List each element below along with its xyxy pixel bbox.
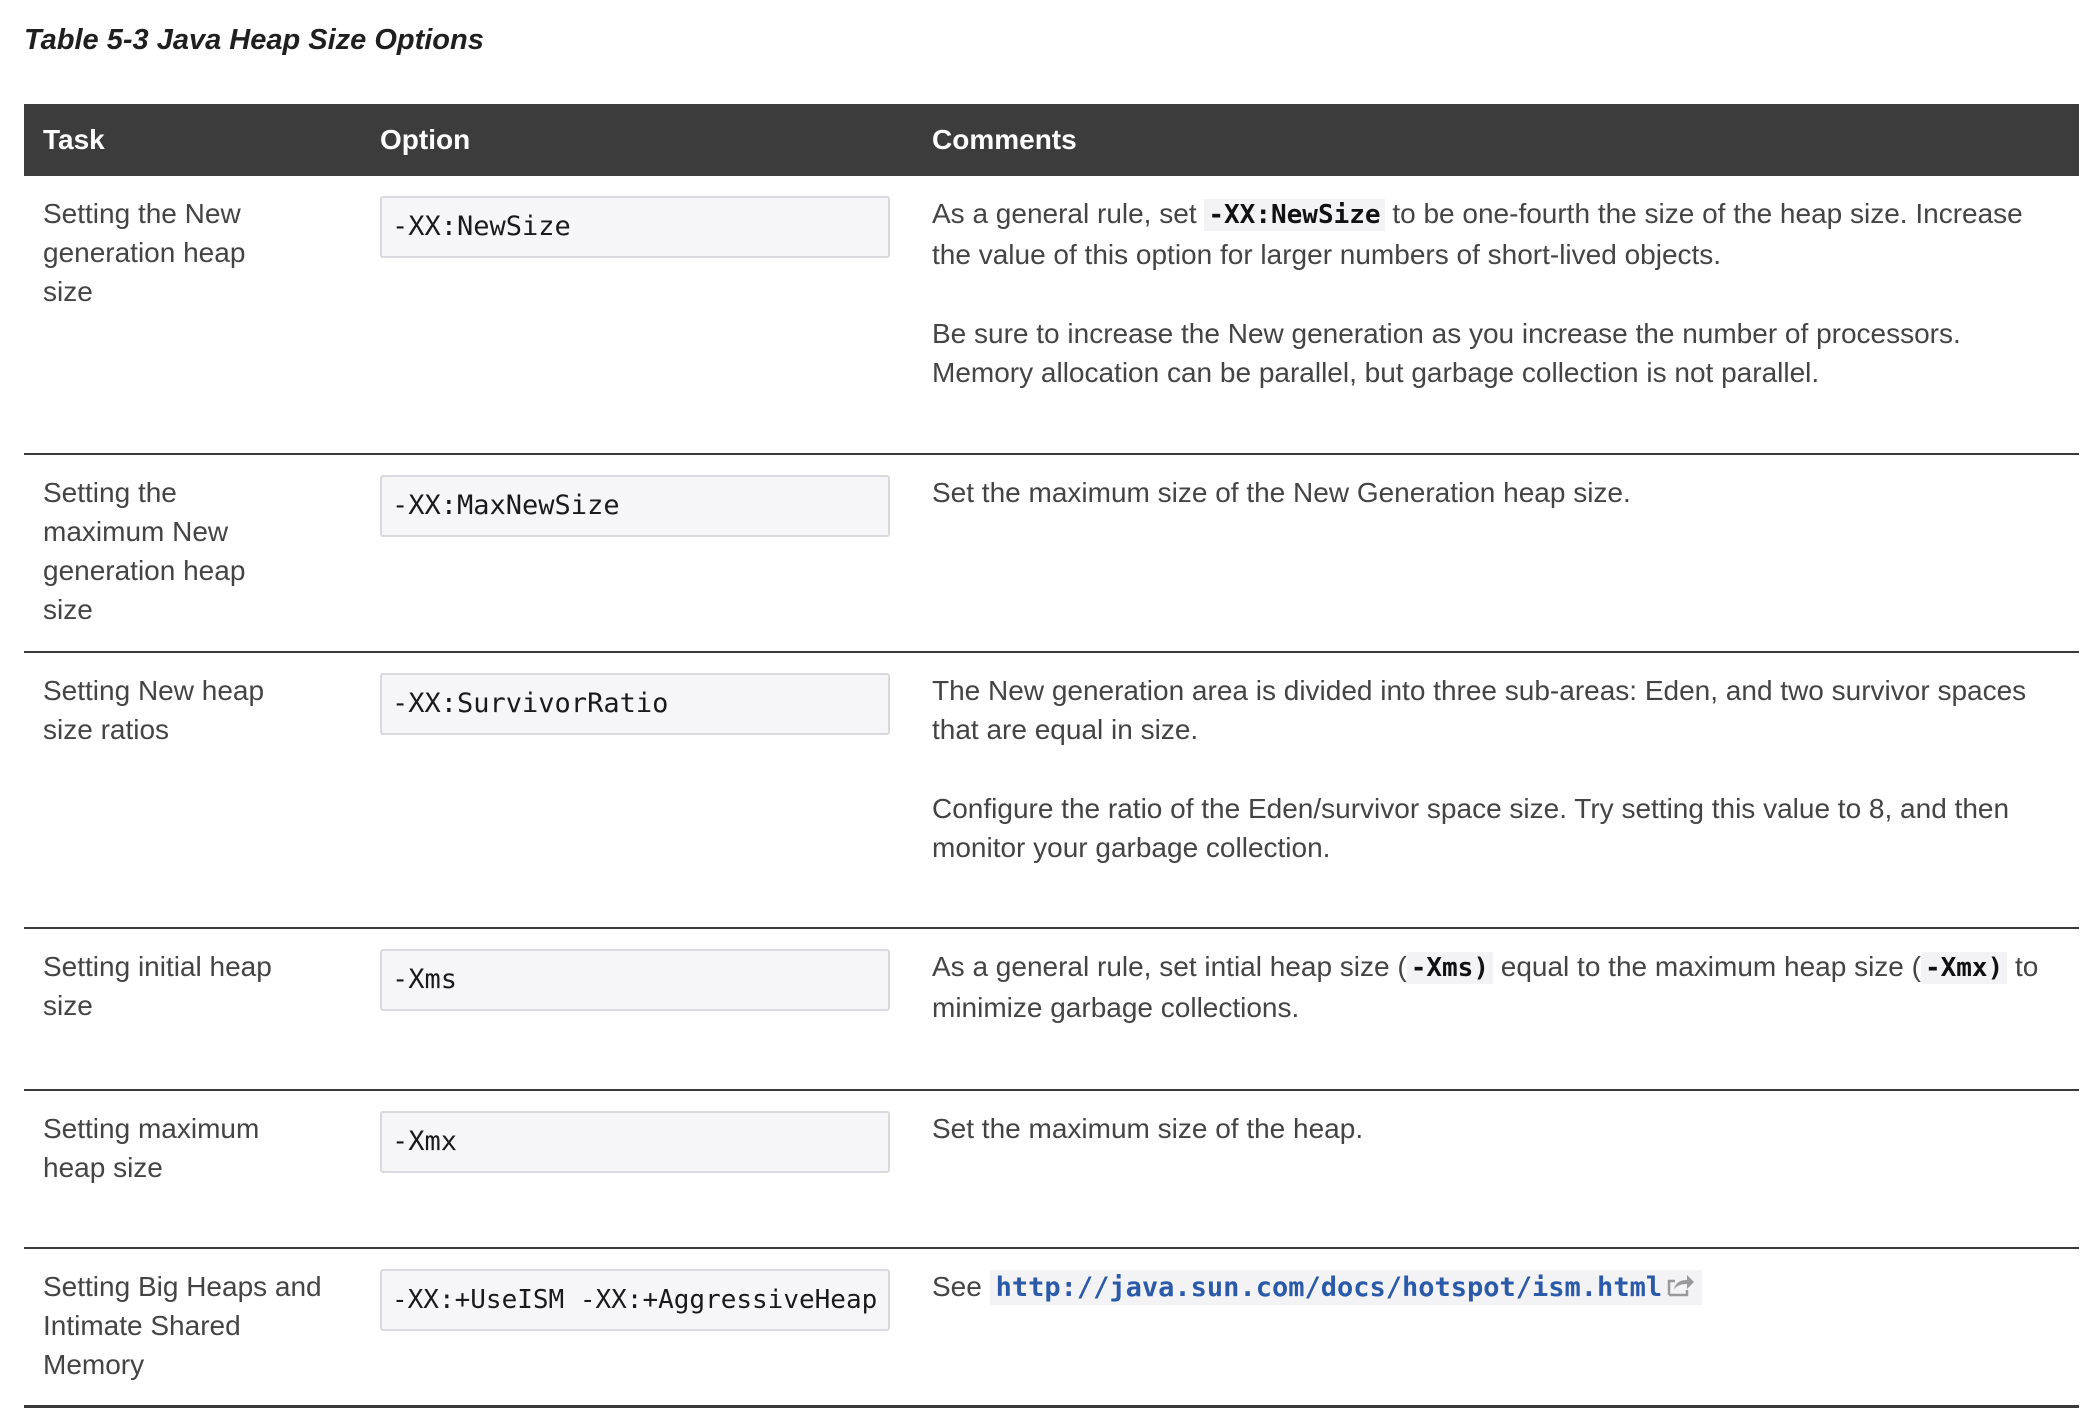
task-text: Setting Big Heaps and Intimate Shared Me… — [43, 1271, 322, 1380]
column-header-comments: Comments — [913, 104, 2079, 176]
option-code: -Xmx — [380, 1111, 890, 1173]
option-code: -XX:NewSize — [380, 196, 890, 258]
comment-paragraph: Set the maximum size of the heap. — [932, 1113, 1364, 1144]
comments-cell: See http://java.sun.com/docs/hotspot/ism… — [913, 1248, 2079, 1408]
option-code: -XX:+UseISM -XX:+AggressiveHeap — [380, 1269, 890, 1331]
comment-paragraph: The New generation area is divided into … — [932, 675, 2027, 745]
table-row: Setting New heap size ratios -XX:Survivo… — [24, 652, 2079, 929]
task-cell: Setting maximum heap size — [24, 1090, 361, 1249]
task-cell: Setting New heap size ratios — [24, 652, 361, 929]
comment-paragraph: As a general rule, set intial heap size … — [932, 947, 2055, 1027]
table-row: Setting the maximum New generation heap … — [24, 454, 2079, 653]
comments-cell: Set the maximum size of the heap. — [913, 1090, 2079, 1249]
table-row: Setting initial heap size -Xms As a gene… — [24, 928, 2079, 1091]
inline-code: -Xms) — [1406, 952, 1493, 984]
comment-paragraph: See http://java.sun.com/docs/hotspot/ism… — [932, 1267, 2055, 1308]
option-cell: -XX:SurvivorRatio — [361, 652, 913, 929]
task-text: Setting the New generation heap size — [43, 198, 246, 307]
comment-text: See — [932, 1271, 990, 1302]
task-cell: Setting the maximum New generation heap … — [24, 454, 361, 653]
comments-cell: As a general rule, set -XX:NewSize to be… — [913, 176, 2079, 455]
table-row: Setting the New generation heap size -XX… — [24, 176, 2079, 455]
comment-text: As a general rule, set intial heap size … — [932, 951, 1407, 982]
task-text: Setting maximum heap size — [43, 1113, 260, 1183]
ism-doc-link[interactable]: http://java.sun.com/docs/hotspot/ism.htm… — [989, 1269, 1703, 1308]
option-cell: -Xms — [361, 928, 913, 1091]
table-caption: Table 5-3 Java Heap Size Options — [24, 24, 484, 56]
comments-cell: The New generation area is divided into … — [913, 652, 2079, 929]
table-row: Setting Big Heaps and Intimate Shared Me… — [24, 1248, 2079, 1408]
task-text: Setting New heap size ratios — [43, 675, 265, 745]
column-header-task: Task — [24, 104, 361, 176]
comment-paragraph: Configure the ratio of the Eden/survivor… — [932, 793, 2010, 863]
column-header-option: Option — [361, 104, 913, 176]
comment-text: equal to the maximum heap size ( — [1492, 951, 1921, 982]
comment-paragraph: As a general rule, set -XX:NewSize to be… — [932, 194, 2055, 274]
table-header-row: Task Option Comments — [24, 104, 2079, 176]
task-cell: Setting the New generation heap size — [24, 176, 361, 455]
option-code: -Xms — [380, 949, 890, 1011]
inline-code: -Xmx) — [1920, 952, 2008, 984]
comment-paragraph: Set the maximum size of the New Generati… — [932, 477, 1631, 508]
heap-options-table: Task Option Comments Setting the New gen… — [24, 104, 2079, 1408]
task-text: Setting initial heap size — [43, 951, 272, 1021]
comment-paragraph: Be sure to increase the New generation a… — [932, 318, 1961, 388]
option-code: -XX:SurvivorRatio — [380, 673, 890, 735]
option-code: -XX:MaxNewSize — [380, 475, 890, 537]
task-cell: Setting initial heap size — [24, 928, 361, 1091]
option-cell: -XX:NewSize — [361, 176, 913, 455]
option-cell: -XX:+UseISM -XX:+AggressiveHeap — [361, 1248, 913, 1408]
comment-text: As a general rule, set — [932, 198, 1205, 229]
comments-cell: Set the maximum size of the New Generati… — [913, 454, 2079, 653]
option-cell: -Xmx — [361, 1090, 913, 1249]
link-text[interactable]: http://java.sun.com/docs/hotspot/ism.htm… — [996, 1272, 1662, 1303]
external-link-icon — [1666, 1269, 1696, 1308]
task-text: Setting the maximum New generation heap … — [43, 477, 246, 625]
comments-cell: As a general rule, set intial heap size … — [913, 928, 2079, 1091]
table-row: Setting maximum heap size -Xmx Set the m… — [24, 1090, 2079, 1249]
task-cell: Setting Big Heaps and Intimate Shared Me… — [24, 1248, 361, 1408]
option-cell: -XX:MaxNewSize — [361, 454, 913, 653]
inline-code: -XX:NewSize — [1204, 199, 1385, 231]
